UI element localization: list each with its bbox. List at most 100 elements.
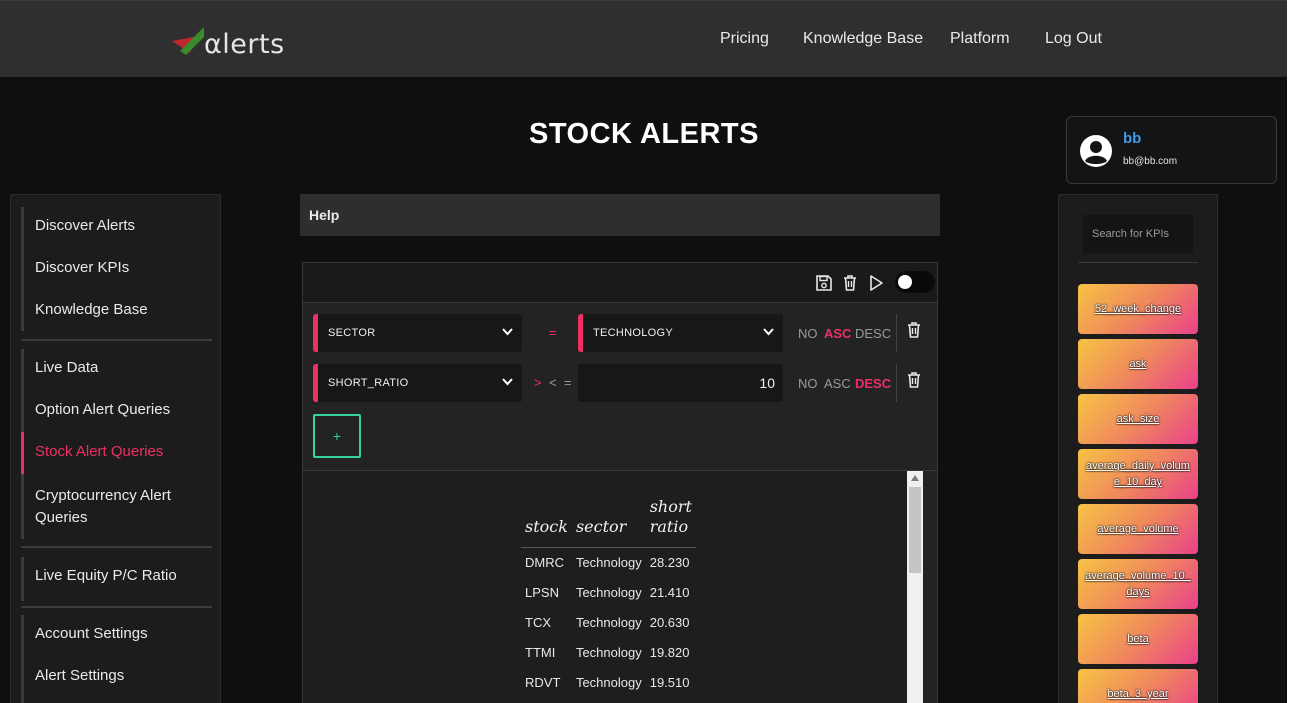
sidebar-divider	[21, 546, 212, 548]
value-select-technology[interactable]: TECHNOLOGY	[578, 314, 783, 352]
logo-text: αlerts	[204, 29, 285, 60]
kpi-item[interactable]: beta_3_year	[1078, 669, 1198, 703]
cell-stock: DMRC	[525, 555, 564, 571]
table-row: LPSN Technology 21.410	[521, 578, 696, 608]
operator-equals[interactable]: =	[564, 375, 572, 390]
cell-short-ratio: 19.510	[649, 675, 690, 690]
kpi-panel: 52_week_change ask ask_size average_dail…	[1058, 194, 1218, 703]
cell-short-ratio: 20.630	[649, 615, 690, 630]
kpi-item[interactable]: beta	[1078, 614, 1198, 664]
cell-sector: Technology	[575, 645, 642, 660]
run-query-icon[interactable]	[867, 274, 885, 292]
row-separator	[896, 314, 897, 352]
column-header-short-ratio: short ratio	[645, 497, 696, 548]
help-bar[interactable]: Help	[300, 194, 940, 236]
field-select-sector[interactable]: SECTOR	[313, 314, 522, 352]
cell-stock: TTMI	[525, 645, 556, 660]
delete-query-icon[interactable]	[841, 274, 859, 292]
value-input-short-ratio[interactable]	[578, 364, 783, 402]
table-row: TTMI Technology 19.820	[521, 638, 696, 668]
kpi-divider	[1078, 262, 1198, 263]
delete-row-icon[interactable]	[906, 371, 922, 389]
sort-no[interactable]: NO	[798, 376, 818, 391]
cell-sector: Technology	[575, 615, 642, 630]
query-toolbar	[303, 263, 937, 303]
cell-sector: Technology	[575, 585, 642, 600]
sidebar-item-cryptocurrency-alert-queries[interactable]: Cryptocurrency Alert Queries	[24, 485, 194, 529]
delete-row-icon[interactable]	[906, 321, 922, 339]
sidebar-item-knowledge-base[interactable]: Knowledge Base	[24, 301, 148, 318]
top-navbar: αlerts Pricing Knowledge Base Platform L…	[0, 0, 1287, 77]
chevron-down-icon	[763, 328, 774, 336]
logo-mark-icon	[172, 27, 204, 55]
kpi-item[interactable]: 52_week_change	[1078, 284, 1198, 334]
operator-greater-than[interactable]: >	[534, 375, 542, 390]
sidebar-divider	[21, 606, 212, 608]
nav-platform[interactable]: Platform	[950, 30, 1010, 48]
sidebar-item-alert-settings[interactable]: Alert Settings	[24, 667, 124, 684]
table-row: DMRC Technology 28.230	[521, 548, 696, 578]
page-title: STOCK ALERTS	[529, 118, 759, 150]
field-select-value: SHORT_RATIO	[328, 377, 409, 389]
table-header-row: stock sector short ratio	[521, 497, 696, 548]
alert-toggle[interactable]	[895, 271, 935, 293]
sidebar-active-indicator	[21, 432, 24, 474]
cell-stock: LPSN	[525, 585, 559, 600]
toggle-knob	[898, 275, 912, 289]
kpi-item[interactable]: ask	[1078, 339, 1198, 389]
nav-knowledge-base[interactable]: Knowledge Base	[803, 30, 923, 48]
sidebar-divider	[21, 339, 212, 341]
sidebar-item-live-data[interactable]: Live Data	[24, 359, 98, 376]
save-icon[interactable]	[815, 274, 833, 292]
results-scrollbar[interactable]	[907, 471, 923, 703]
sidebar: Discover Alerts Discover KPIs Knowledge …	[10, 194, 221, 703]
sidebar-item-discover-alerts[interactable]: Discover Alerts	[24, 217, 135, 234]
nav-pricing[interactable]: Pricing	[720, 30, 769, 48]
cell-sector: Technology	[575, 555, 642, 571]
sort-asc[interactable]: ASC	[824, 326, 851, 341]
column-header-stock: stock	[521, 497, 572, 548]
field-select-value: SECTOR	[328, 327, 376, 339]
cell-short-ratio: 19.820	[649, 645, 690, 660]
sort-no[interactable]: NO	[798, 326, 818, 341]
operator-equals[interactable]: =	[549, 325, 557, 340]
cell-stock: TCX	[525, 615, 551, 630]
help-label: Help	[309, 207, 340, 223]
sort-desc[interactable]: DESC	[855, 326, 891, 341]
field-select-short-ratio[interactable]: SHORT_RATIO	[313, 364, 522, 402]
table-row: TCX Technology 20.630	[521, 608, 696, 638]
sort-desc[interactable]: DESC	[855, 376, 891, 391]
sidebar-item-account-settings[interactable]: Account Settings	[24, 625, 148, 642]
sidebar-group-ratio: Live Equity P/C Ratio	[21, 557, 212, 601]
kpi-item[interactable]: ask_size	[1078, 394, 1198, 444]
user-name: bb	[1123, 130, 1142, 147]
kpi-item[interactable]: average_volume_10_days	[1078, 559, 1198, 609]
query-builder-panel: SECTOR = TECHNOLOGY NO ASC DESC SHORT_RA…	[302, 262, 938, 703]
sidebar-item-live-equity-pc-ratio[interactable]: Live Equity P/C Ratio	[24, 567, 177, 584]
scroll-up-icon[interactable]	[911, 475, 919, 481]
operator-less-than[interactable]: <	[549, 375, 557, 390]
kpi-item[interactable]: average_daily_volume_10_day	[1078, 449, 1198, 499]
add-condition-button[interactable]: +	[313, 414, 361, 458]
cell-sector: Technology	[575, 675, 642, 690]
chevron-down-icon	[502, 378, 513, 386]
column-header-sector: sector	[571, 497, 646, 548]
sidebar-group-settings: Account Settings Alert Settings	[21, 615, 212, 703]
results-table: stock sector short ratio DMRC Technology…	[521, 497, 696, 698]
sort-asc[interactable]: ASC	[824, 376, 851, 391]
row-separator	[896, 364, 897, 402]
brand-logo[interactable]: αlerts	[172, 27, 287, 61]
sidebar-item-option-alert-queries[interactable]: Option Alert Queries	[24, 401, 170, 418]
sidebar-item-stock-alert-queries[interactable]: Stock Alert Queries	[24, 443, 163, 460]
user-card[interactable]: bb bb@bb.com	[1066, 116, 1277, 184]
kpi-search-input[interactable]	[1083, 215, 1193, 253]
kpi-item[interactable]: average_volume	[1078, 504, 1198, 554]
sidebar-item-discover-kpis[interactable]: Discover KPIs	[24, 259, 129, 276]
nav-log-out[interactable]: Log Out	[1045, 30, 1102, 48]
sidebar-group-queries: Live Data Option Alert Queries Stock Ale…	[21, 349, 212, 539]
results-area: stock sector short ratio DMRC Technology…	[303, 471, 907, 703]
user-avatar-icon	[1080, 135, 1112, 167]
cell-short-ratio: 21.410	[649, 585, 690, 600]
cell-stock: RDVT	[525, 675, 561, 690]
scrollbar-thumb[interactable]	[909, 487, 921, 573]
